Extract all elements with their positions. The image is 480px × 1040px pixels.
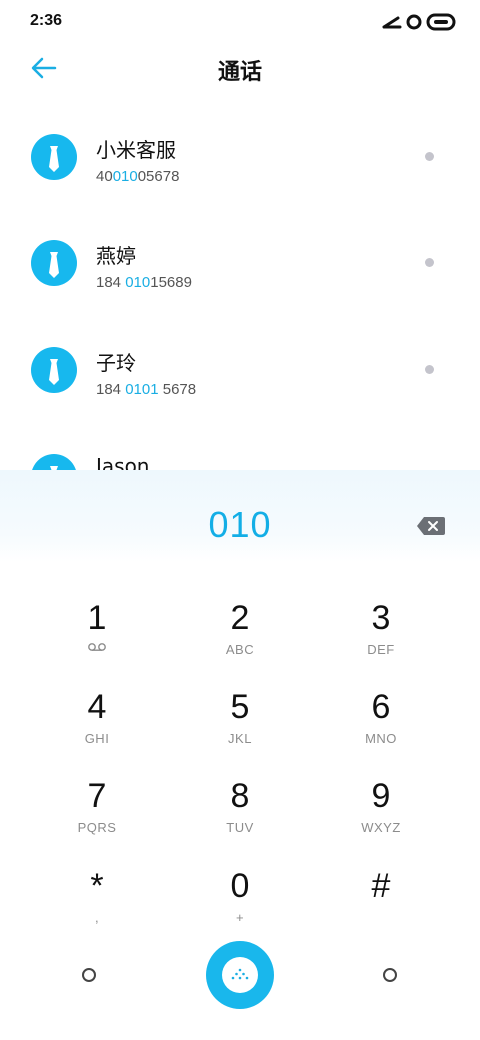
contact-name: 子玲 — [96, 351, 136, 375]
contact-avatar-icon — [31, 240, 77, 286]
dial-key-4[interactable]: 4 GHI — [27, 683, 167, 767]
dial-display: 010 — [0, 470, 480, 562]
dial-key-8[interactable]: 8 TUV — [170, 772, 310, 856]
dialer-panel: 010 1 2 ABC 3 DEF 4 GHI 5 JKL 6 MNO 7 PQ… — [0, 470, 480, 1040]
contact-number: 184 0101 5678 — [96, 381, 197, 398]
contact-number: 184 01015689 — [96, 274, 192, 291]
dialed-number: 010 — [208, 504, 272, 545]
contact-list: 小米客服 4001005678 燕婷 184 01015689 子玲 184 0… — [0, 100, 480, 470]
contact-avatar-icon — [31, 454, 77, 470]
dial-key-1[interactable]: 1 — [27, 594, 167, 678]
contact-detail-dot[interactable] — [425, 258, 434, 267]
dial-key-2[interactable]: 2 ABC — [170, 594, 310, 678]
dial-key-5[interactable]: 5 JKL — [170, 683, 310, 767]
contact-detail-dot[interactable] — [425, 152, 434, 161]
dial-key-0[interactable]: 0 + — [170, 862, 310, 946]
dial-key-9[interactable]: 9 WXYZ — [311, 772, 451, 856]
contact-detail-dot[interactable] — [425, 365, 434, 374]
status-bar: 2:36 — [0, 0, 480, 44]
header: 通话 — [0, 44, 480, 94]
dialpad-icon — [222, 957, 258, 993]
dialpad-toggle-button[interactable] — [206, 941, 274, 1009]
right-nav-button[interactable] — [368, 953, 412, 997]
contact-name: 小米客服 — [96, 138, 176, 162]
backspace-icon[interactable] — [416, 516, 446, 536]
voicemail-icon — [88, 643, 106, 651]
status-time: 2:36 — [30, 12, 63, 29]
contact-name: Jason — [96, 454, 150, 470]
circle-icon — [82, 968, 96, 982]
dial-key-3[interactable]: 3 DEF — [311, 594, 451, 678]
contact-avatar-icon — [31, 134, 77, 180]
dial-key-6[interactable]: 6 MNO — [311, 683, 451, 767]
dial-key-hash[interactable]: # — [311, 862, 451, 946]
left-nav-button[interactable] — [67, 953, 111, 997]
dial-key-7[interactable]: 7 PQRS — [27, 772, 167, 856]
contact-row[interactable]: Jason — [0, 444, 480, 470]
contact-row[interactable]: 小米客服 4001005678 — [0, 124, 480, 230]
contact-name: 燕婷 — [96, 244, 136, 268]
page-title: 通话 — [217, 60, 262, 85]
contact-avatar-icon — [31, 347, 77, 393]
contact-row[interactable]: 燕婷 184 01015689 — [0, 230, 480, 336]
circle-icon — [383, 968, 397, 982]
contact-number: 4001005678 — [96, 168, 180, 185]
dial-key-star[interactable]: * , — [27, 862, 167, 946]
status-icons — [382, 13, 456, 31]
contact-row[interactable]: 子玲 184 0101 5678 — [0, 337, 480, 443]
